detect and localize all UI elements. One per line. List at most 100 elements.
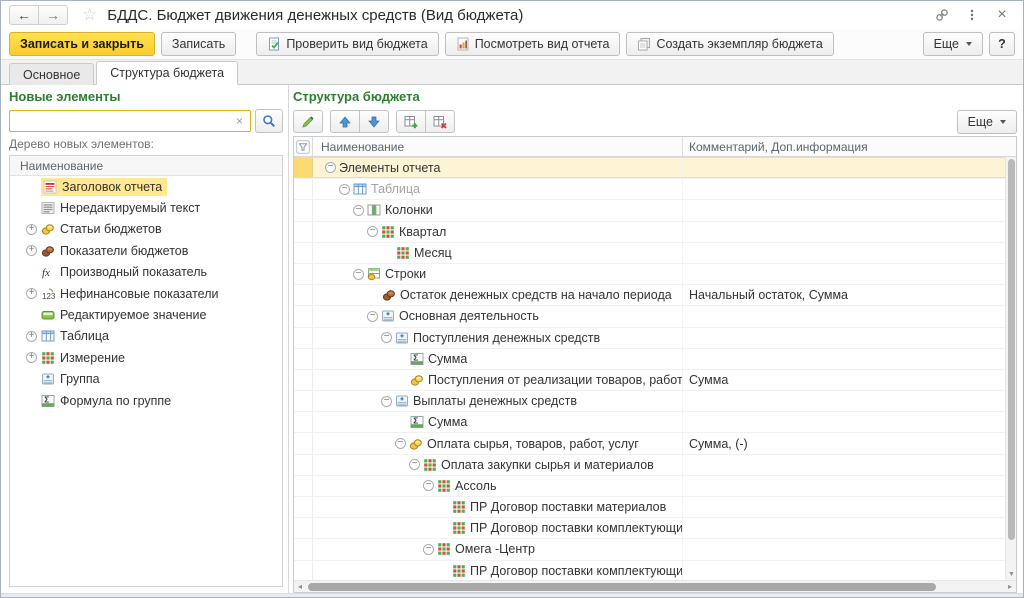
table-row[interactable]: ПР Договор поставки материалов [294,496,1016,517]
vertical-scrollbar[interactable]: ▼ [1005,157,1016,580]
table-row[interactable]: −Оплата сырья, товаров, работ, услугСумм… [294,432,1016,453]
row-name-cell: − Квартал [313,222,683,242]
tree-item[interactable]: Нередактируемый текст [10,197,282,218]
collapse-icon[interactable]: − [423,544,434,555]
horizontal-scrollbar[interactable]: ◂ ▸ [294,580,1016,592]
row-state-cell [294,433,313,453]
row-state-cell [294,476,313,496]
collapse-icon[interactable]: − [367,226,378,237]
tree-item-label: Таблица [60,329,109,343]
collapse-icon[interactable]: − [353,269,364,280]
collapse-icon[interactable]: − [381,396,392,407]
tab-main[interactable]: Основное [9,63,94,85]
view-report-button[interactable]: Посмотреть вид отчета [445,32,621,56]
delete-table-button[interactable] [425,110,455,133]
move-up-button[interactable] [330,110,360,133]
row-name-label: Квартал [399,225,446,239]
table-row[interactable]: ПР Договор поставки комплектующих [294,560,1016,581]
collapse-icon[interactable]: − [339,184,350,195]
row-state-cell [294,391,313,411]
tree-item[interactable]: fxПроизводный показатель [10,262,282,283]
forward-button[interactable]: → [38,5,68,25]
tab-budget-structure[interactable]: Структура бюджета [96,61,238,85]
table-row[interactable]: ΣСумма [294,348,1016,369]
structure-more-button[interactable]: Еще [957,110,1017,134]
scroll-left-icon[interactable]: ◂ [294,582,306,591]
tree-item[interactable]: + Таблица [10,326,282,347]
table-row[interactable]: Остаток денежных средств на начало перио… [294,284,1016,305]
search-button[interactable] [255,109,283,133]
tree-item[interactable]: Группа [10,369,282,390]
edit-button[interactable] [293,110,323,133]
scroll-right-icon[interactable]: ▸ [1004,582,1016,591]
table-row[interactable]: −Омега -Центр [294,538,1016,559]
tree-item[interactable]: +Статьи бюджетов [10,219,282,240]
row-state-cell [294,539,313,559]
expand-icon[interactable]: + [26,352,37,363]
scroll-down-icon[interactable]: ▼ [1006,570,1017,580]
link-icon[interactable] [931,5,953,25]
help-button[interactable]: ? [989,32,1015,56]
row-state-cell [294,349,313,369]
clear-search-icon[interactable]: × [233,114,246,128]
grid-icon [452,564,466,578]
arrow-up-icon [338,115,352,129]
comment-column-header[interactable]: Комментарий, Доп.информация [683,137,1016,156]
vertical-scroll-thumb[interactable] [1008,159,1015,540]
collapse-icon[interactable]: − [423,480,434,491]
table-row[interactable]: Месяц [294,242,1016,263]
collapse-icon[interactable]: − [367,311,378,322]
expand-icon[interactable]: + [26,288,37,299]
table-row[interactable]: −Колонки [294,199,1016,220]
tree-item[interactable]: +123Нефинансовые показатели [10,283,282,304]
table-row[interactable]: −Таблица [294,178,1016,199]
table-row[interactable]: −Строки [294,263,1016,284]
table-row[interactable]: Поступления от реализации товаров, работ… [294,369,1016,390]
collapse-icon[interactable]: − [395,438,406,449]
expand-icon[interactable]: + [26,224,37,235]
kebab-menu-icon[interactable] [961,5,983,25]
table-row[interactable]: ΣСумма [294,411,1016,432]
save-button[interactable]: Записать [161,32,236,56]
tree-item[interactable]: Редактируемое значение [10,304,282,325]
tree-caption: Дерево новых элементов: [9,137,283,152]
state-column-header[interactable] [294,137,313,156]
table-row[interactable]: −Поступления денежных средств [294,327,1016,348]
tree-item[interactable]: +Показатели бюджетов [10,240,282,261]
collapse-icon[interactable]: − [409,459,420,470]
table-row[interactable]: −Оплата закупки сырья и материалов [294,454,1016,475]
horizontal-scroll-thumb[interactable] [308,583,936,591]
back-button[interactable]: ← [9,5,39,25]
table-row[interactable]: ПР Договор поставки комплектующих [294,517,1016,538]
grid-icon [452,500,466,514]
create-budget-instance-button[interactable]: Создать экземпляр бюджета [626,32,833,56]
expand-icon[interactable]: + [26,245,37,256]
check-budget-view-button[interactable]: Проверить вид бюджета [256,32,438,56]
collapse-icon[interactable]: − [381,332,392,343]
table-row[interactable]: −Элементы отчета [294,157,1016,178]
table-row[interactable]: − Квартал [294,221,1016,242]
search-input[interactable] [14,114,233,129]
close-icon[interactable]: × [991,5,1013,25]
tree-item[interactable]: Заголовок отчета [10,176,282,197]
tree-item[interactable]: +Измерение [10,347,282,368]
tree-item[interactable]: ΣФормула по группе [10,390,282,411]
row-name-cell: −Основная деятельность [313,306,683,326]
tree-column-header[interactable]: Наименование [10,156,282,176]
add-table-button[interactable] [396,110,426,133]
row-name-cell: Остаток денежных средств на начало перио… [313,285,683,305]
row-state-cell [294,561,313,581]
group-icon [395,331,409,345]
save-and-close-button[interactable]: Записать и закрыть [9,32,155,56]
more-button[interactable]: Еще [923,32,983,56]
collapse-icon[interactable]: − [325,162,336,173]
move-down-button[interactable] [359,110,389,133]
table-row[interactable]: −Ассоль [294,475,1016,496]
table-row[interactable]: −Основная деятельность [294,305,1016,326]
expand-icon[interactable]: + [26,331,37,342]
collapse-icon[interactable]: − [353,205,364,216]
table-row[interactable]: −Выплаты денежных средств [294,390,1016,411]
fx-icon: fx [41,265,55,279]
favorite-star-icon[interactable]: ☆ [82,5,97,25]
name-column-header[interactable]: Наименование [313,137,683,156]
